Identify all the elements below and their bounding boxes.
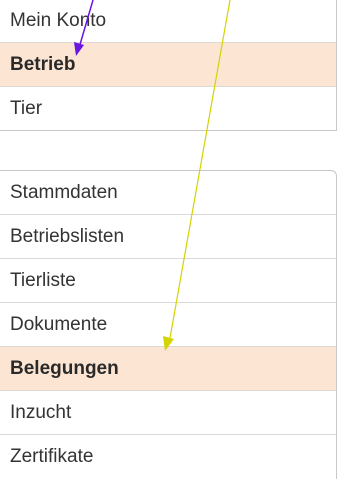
sub-nav-item-inzucht[interactable]: Inzucht <box>0 391 336 435</box>
nav-item-betrieb[interactable]: Betrieb <box>0 43 336 87</box>
page: Mein Konto Betrieb Tier Stammdaten Betri… <box>0 0 337 479</box>
sub-nav-item-belegungen[interactable]: Belegungen <box>0 347 336 391</box>
nav-item-tier[interactable]: Tier <box>0 87 336 131</box>
sub-nav-menu: Stammdaten Betriebslisten Tierliste Doku… <box>0 170 337 479</box>
sub-nav-item-dokumente[interactable]: Dokumente <box>0 303 336 347</box>
main-nav-menu: Mein Konto Betrieb Tier <box>0 0 337 131</box>
sub-nav-item-stammdaten[interactable]: Stammdaten <box>0 171 336 215</box>
sub-nav-item-betriebslisten[interactable]: Betriebslisten <box>0 215 336 259</box>
nav-item-mein-konto[interactable]: Mein Konto <box>0 0 336 43</box>
sub-nav-item-zertifikate[interactable]: Zertifikate <box>0 435 336 479</box>
sub-nav-item-tierliste[interactable]: Tierliste <box>0 259 336 303</box>
